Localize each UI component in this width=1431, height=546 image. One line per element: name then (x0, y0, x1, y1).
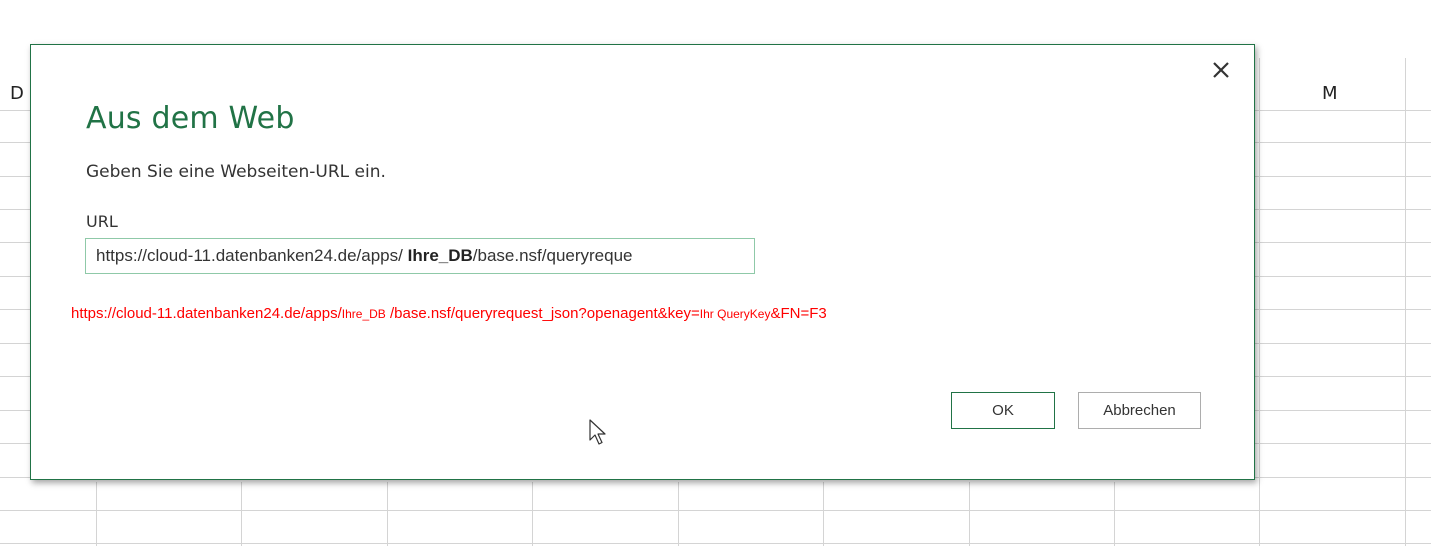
grid-col-line (532, 482, 533, 546)
mouse-pointer-icon (589, 419, 606, 445)
url-value-db: Ihre_DB (407, 246, 473, 265)
grid-col-line (387, 482, 388, 546)
dialog-title: Aus dem Web (86, 101, 295, 136)
url-value-part1: https://cloud-11.datenbanken24.de/apps/ (96, 246, 408, 265)
grid-col-line (1405, 58, 1406, 546)
url-label: URL (86, 212, 118, 231)
grid-col-line (678, 482, 679, 546)
cancel-button[interactable]: Abbrechen (1078, 392, 1201, 429)
annotation-part5: &FN=F3 (770, 305, 827, 322)
grid-col-line (823, 482, 824, 546)
ok-button[interactable]: OK (951, 392, 1055, 429)
close-button[interactable] (1208, 57, 1234, 83)
column-header-m[interactable]: M (1322, 83, 1338, 104)
close-icon (1213, 62, 1229, 78)
annotation-db: Ihre_DB (341, 307, 386, 321)
grid-col-line (1114, 482, 1115, 546)
from-web-dialog: Aus dem Web Geben Sie eine Webseiten-URL… (30, 44, 1255, 480)
annotation-querykey: Ihr QueryKey (699, 307, 771, 321)
url-value-part2: /base.nsf/queryreque (472, 246, 633, 265)
url-annotation: https://cloud-11.datenbanken24.de/apps/I… (71, 305, 827, 322)
grid-col-line (1259, 58, 1260, 546)
grid-row-line (0, 510, 1431, 511)
grid-row-line (0, 543, 1431, 544)
dialog-instruction: Geben Sie eine Webseiten-URL ein. (86, 162, 386, 182)
annotation-part1: https://cloud-11.datenbanken24.de/apps/ (71, 305, 342, 322)
grid-col-line (241, 482, 242, 546)
column-header-d[interactable]: D (10, 83, 24, 104)
grid-col-line (969, 482, 970, 546)
annotation-part3: /base.nsf/queryrequest_json?openagent&ke… (385, 305, 700, 322)
grid-col-line (96, 482, 97, 546)
url-input[interactable]: https://cloud-11.datenbanken24.de/apps/ … (85, 238, 755, 274)
